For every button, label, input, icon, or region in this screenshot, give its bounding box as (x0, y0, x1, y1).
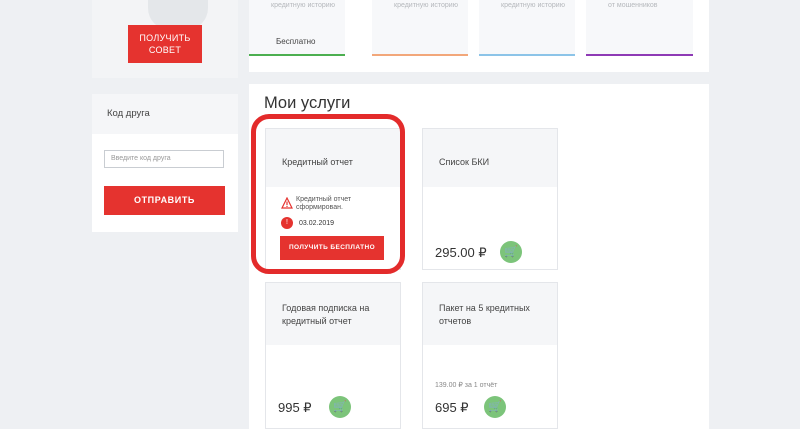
top-tile[interactable]: кредитную историю (479, 0, 575, 56)
card-title-line: отчетов (439, 316, 472, 326)
shopping-cart-icon[interactable]: 🛒 (500, 241, 522, 263)
service-card-annual-subscription: Годовая подписка на кредитный отчет 995 … (265, 282, 401, 429)
price: 695 ₽ (435, 400, 469, 415)
top-tile-caption: кредитную историю (271, 2, 335, 9)
top-tile-value: Бесплатно (276, 37, 316, 46)
service-card-bki-list: Список БКИ 295.00 ₽ 🛒 (422, 128, 558, 270)
friend-code-title: Код друга (92, 94, 238, 134)
shopping-cart-icon[interactable]: 🛒 (329, 396, 351, 418)
service-card-report-package: Пакет на 5 кредитных отчетов 139.00 ₽ за… (422, 282, 558, 429)
tile-accent-line (479, 54, 575, 56)
price: 295.00 ₽ (435, 245, 487, 260)
top-tile-caption: от мошенников (608, 2, 658, 9)
friend-code-input[interactable]: Введите код друга (104, 150, 224, 168)
top-tile[interactable]: кредитную историю Бесплатно (249, 0, 345, 56)
card-title-line: кредитный отчет (282, 316, 352, 326)
card-title-line: Годовая подписка на (282, 303, 370, 313)
services-title: Мои услуги (264, 94, 351, 112)
top-tile[interactable]: от мошенников (586, 0, 693, 56)
card-title: Список БКИ (439, 157, 490, 167)
promo-banner: ПОЛУЧИТЬ СОВЕТ (92, 0, 238, 78)
submit-friend-code-button[interactable]: ОТПРАВИТЬ (104, 186, 225, 215)
price-note: 139.00 ₽ за 1 отчёт (435, 382, 498, 389)
top-tile-caption: кредитную историю (394, 2, 458, 9)
price: 995 ₽ (278, 400, 312, 415)
shopping-cart-icon[interactable]: 🛒 (484, 396, 506, 418)
top-tiles-panel: кредитную историю Бесплатно кредитную ис… (249, 0, 709, 72)
top-tile-caption: кредитную историю (501, 2, 565, 9)
highlight-annotation (251, 114, 405, 274)
get-advice-button[interactable]: ПОЛУЧИТЬ СОВЕТ (128, 25, 202, 63)
friend-code-panel: Код друга Введите код друга ОТПРАВИТЬ (92, 94, 238, 232)
tile-accent-line (372, 54, 468, 56)
card-title-line: Пакет на 5 кредитных (439, 303, 530, 313)
tile-accent-line (586, 54, 693, 56)
tile-accent-line (249, 54, 345, 56)
top-tile[interactable]: кредитную историю (372, 0, 468, 56)
